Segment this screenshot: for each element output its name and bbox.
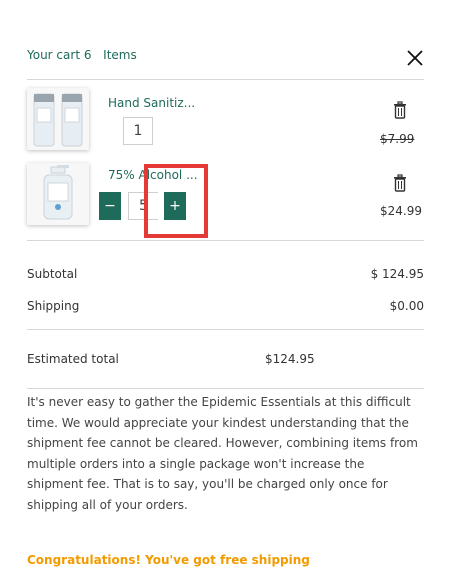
close-icon[interactable]	[406, 49, 424, 67]
summary-divider	[27, 329, 424, 330]
quantity-input[interactable]: 5	[128, 192, 158, 220]
total-divider	[27, 388, 424, 389]
item-name-alcohol[interactable]: 75% Alcohol ...	[108, 168, 198, 182]
cart-title-prefix: Your cart	[27, 48, 81, 62]
product-image-hand-sanitizer[interactable]	[27, 88, 89, 150]
trash-icon[interactable]	[392, 101, 408, 119]
estimated-total-label: Estimated total	[27, 352, 119, 366]
item-price-alcohol: $24.99	[380, 204, 422, 218]
shipping-label: Shipping	[27, 299, 80, 313]
item-name-hand-sanitizer[interactable]: Hand Sanitiz...	[108, 96, 195, 110]
cart-title: Your cart 6 Items	[27, 48, 137, 62]
subtotal-label: Subtotal	[27, 267, 78, 281]
shipping-value: $0.00	[389, 299, 424, 313]
product-image-alcohol[interactable]	[27, 163, 89, 225]
decrement-button[interactable]: −	[99, 192, 121, 220]
estimated-total-value: $124.95	[265, 352, 315, 366]
item-price-hand-sanitizer: $7.99	[380, 132, 415, 146]
subtotal-value: $ 124.95	[370, 267, 424, 281]
quantity-input[interactable]: 1	[123, 117, 153, 145]
items-divider	[27, 240, 424, 241]
cart-items-word: Items	[103, 48, 137, 62]
free-shipping-message: Congratulations! You've got free shippin…	[27, 553, 310, 567]
increment-button[interactable]: +	[164, 192, 186, 220]
shipping-notice: It's never easy to gather the Epidemic E…	[27, 395, 418, 512]
header-divider	[27, 79, 424, 80]
cart-item-count: 6	[83, 48, 92, 62]
trash-icon[interactable]	[392, 174, 408, 192]
